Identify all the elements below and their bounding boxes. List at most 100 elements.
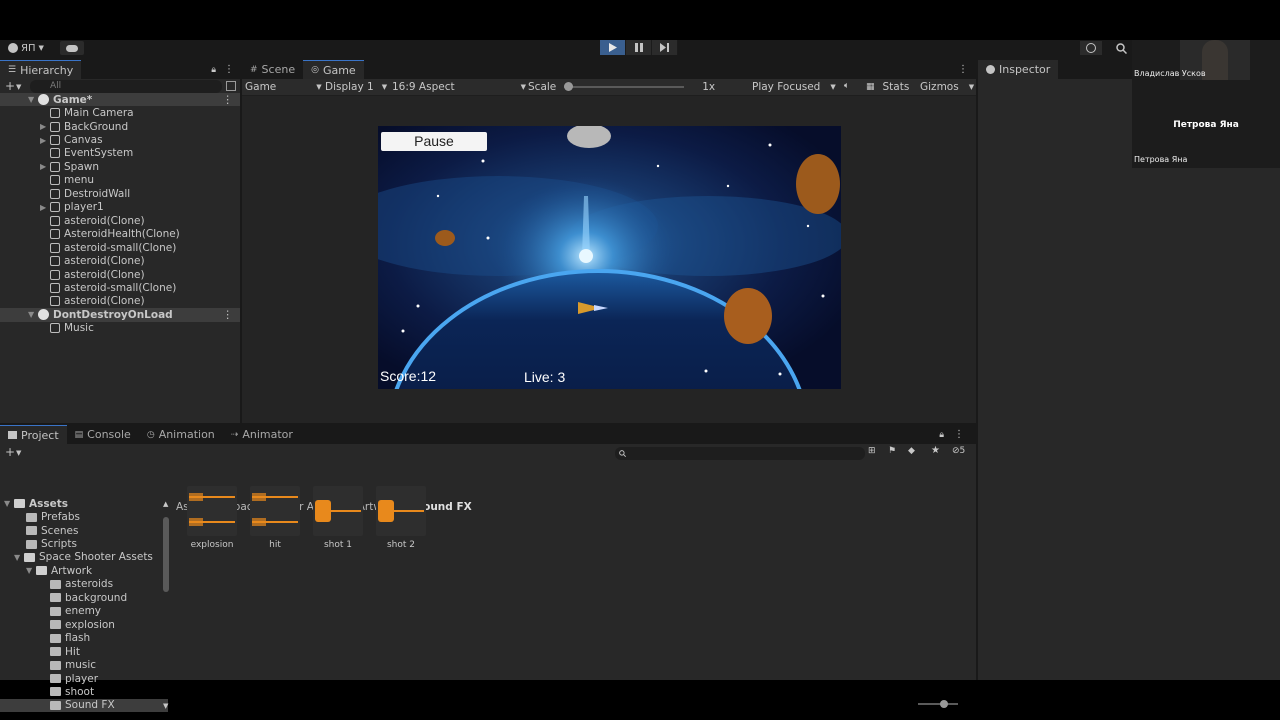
tab-game[interactable]: ◎ Game [303,60,364,79]
audio-asset[interactable]: shot 1 [313,486,363,550]
hierarchy-item[interactable]: DestroidWall [0,187,240,200]
mute-audio-button[interactable]: 🔈︎ [844,81,849,91]
hierarchy-item[interactable]: asteroid-small(Clone) [0,281,240,294]
kebab-menu-icon[interactable]: ⋮ [958,64,968,75]
collapse-arrow-icon[interactable]: ▶ [40,122,50,131]
icon-size-slider[interactable] [918,700,958,708]
expand-arrow-icon[interactable]: ▼ [28,95,38,104]
play-button[interactable] [600,40,626,55]
account-button[interactable]: ЯП ▼ [8,41,44,55]
collapse-arrow-icon[interactable]: ▶ [40,162,50,171]
hierarchy-item[interactable]: AsteroidHealth(Clone) [0,228,240,241]
step-button[interactable] [652,40,678,55]
hierarchy-item[interactable]: ▶ Spawn [0,160,240,173]
tag-icon[interactable]: ◆ [908,446,915,456]
chevron-down-icon[interactable]: ▼ [16,83,21,91]
chevron-down-icon[interactable]: ▼ [163,702,168,710]
hierarchy-item[interactable]: Music [0,322,240,335]
hierarchy-item[interactable]: ▶ Canvas [0,133,240,146]
star-icon[interactable]: ★ [931,445,940,456]
hierarchy-item[interactable]: asteroid(Clone) [0,268,240,281]
audio-asset[interactable]: explosion [187,486,237,550]
hierarchy-scene-row[interactable]: ▼ Game* ⋮ [0,93,240,107]
project-tree-item[interactable]: player [0,672,168,685]
expand-arrow-icon[interactable]: ▼ [4,499,14,508]
stats-button[interactable]: ▦ Stats [866,81,909,93]
project-tree-item[interactable]: Sound FX [0,698,168,713]
game-viewport[interactable]: Pause Score:12 Live: 3 [378,126,841,389]
project-tree-item[interactable]: shoot [0,685,168,698]
search-options-icon[interactable] [226,81,236,91]
collapse-arrow-icon[interactable]: ▶ [40,136,50,145]
chevron-up-icon[interactable]: ▲ [163,500,168,508]
hierarchy-item[interactable]: menu [0,174,240,187]
aspect-dropdown[interactable]: 16:9 Aspect ▼ [392,81,526,93]
audio-asset[interactable]: shot 2 [376,486,426,550]
project-tree-item[interactable]: ▼ Assets [0,497,168,510]
kebab-menu-icon[interactable]: ⋮ [223,94,234,106]
kebab-menu-icon[interactable]: ⋮ [224,64,234,75]
scale-slider-handle[interactable] [564,82,574,91]
project-tree-item[interactable]: ▼ Artwork [0,564,168,577]
add-icon[interactable]: + [5,79,15,93]
expand-arrow-icon[interactable]: ▼ [14,553,24,562]
collapse-arrow-icon[interactable]: ▶ [40,203,50,212]
project-tree-item[interactable]: Hit [0,645,168,658]
project-tree-item[interactable]: Scripts [0,537,168,550]
tab-project[interactable]: Project [0,425,67,444]
hierarchy-item[interactable]: EventSystem [0,147,240,160]
hierarchy-search-input[interactable]: All [30,80,222,93]
hierarchy-scene-row[interactable]: ▼ DontDestroyOnLoad ⋮ [0,308,240,322]
add-icon[interactable]: + [5,445,15,459]
project-tree-item[interactable]: enemy [0,605,168,618]
tab-hierarchy[interactable]: ☰ Hierarchy [0,60,82,79]
play-focused-dropdown[interactable]: Play Focused ▼ [752,81,836,93]
pause-button[interactable] [626,40,652,55]
tab-animation[interactable]: ◷ Animation [139,425,223,444]
cloud-button[interactable] [60,41,84,55]
tab-animator[interactable]: ⇢ Animator [223,425,301,444]
icon-size-slider-handle[interactable] [940,700,948,708]
tab-inspector[interactable]: Inspector [978,60,1059,79]
project-tree-item[interactable]: asteroids [0,578,168,591]
project-tree-item[interactable]: music [0,658,168,671]
project-tree-item[interactable]: background [0,591,168,604]
audio-asset[interactable]: hit [250,486,300,550]
hierarchy-item[interactable]: asteroid(Clone) [0,254,240,267]
display-dropdown[interactable]: Display 1 ▼ [325,81,387,93]
project-tree-item[interactable]: Prefabs [0,510,168,523]
search-by-type-icon[interactable]: ⊞ [868,446,876,456]
scale-slider[interactable] [564,82,685,92]
hierarchy-item[interactable]: ▶ player1 [0,201,240,214]
kebab-menu-icon[interactable]: ⋮ [954,429,964,440]
lock-icon[interactable]: 🔒︎ [939,430,944,440]
project-tree-item[interactable]: ▼ Space Shooter Assets [0,551,168,564]
project-tree-scrollbar[interactable] [163,517,169,592]
history-button[interactable] [1080,41,1102,55]
hierarchy-item[interactable]: asteroid-small(Clone) [0,241,240,254]
search-button[interactable] [1110,41,1132,55]
kebab-menu-icon[interactable]: ⋮ [223,309,234,321]
project-search-input[interactable] [615,447,865,460]
list-icon: ☰ [8,65,17,75]
project-tree-item[interactable]: flash [0,632,168,645]
pause-button[interactable]: Pause [381,132,487,151]
hierarchy-item-label: asteroid(Clone) [64,268,145,281]
hidden-packages-button[interactable]: ⊘5 [952,446,965,456]
project-tree-item[interactable]: Scenes [0,524,168,537]
participant-2-center-name: Петрова Яна [1173,120,1239,130]
expand-arrow-icon[interactable]: ▼ [28,310,38,319]
hierarchy-item[interactable]: asteroid(Clone) [0,295,240,308]
search-by-label-icon[interactable]: ⚑ [888,446,896,456]
tab-scene[interactable]: # Scene [242,60,303,79]
hierarchy-item[interactable]: ▶ BackGround [0,120,240,133]
gizmos-dropdown[interactable]: Gizmos ▼ [920,81,974,93]
lock-icon[interactable]: 🔒︎ [211,65,216,75]
game-mode-dropdown[interactable]: Game ▼ [245,81,322,93]
chevron-down-icon[interactable]: ▼ [16,449,21,457]
project-tree-item[interactable]: explosion [0,618,168,631]
hierarchy-item[interactable]: Main Camera [0,106,240,119]
expand-arrow-icon[interactable]: ▼ [26,566,36,575]
hierarchy-item[interactable]: asteroid(Clone) [0,214,240,227]
tab-console[interactable]: ▤ Console [67,425,139,444]
